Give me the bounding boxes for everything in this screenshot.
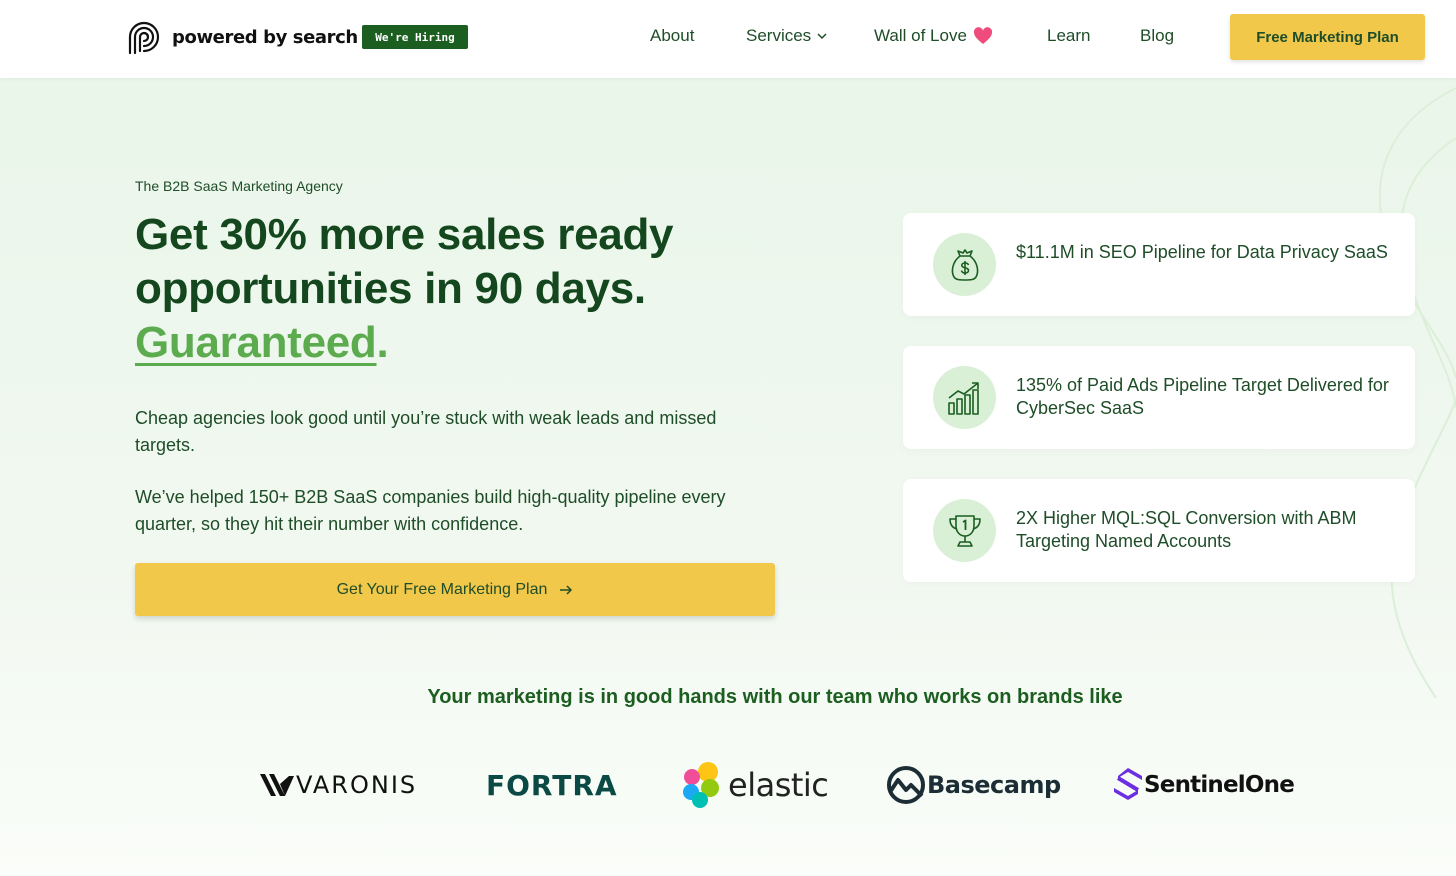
elastic-logo: elastic bbox=[680, 760, 829, 810]
hero-paragraph-1: Cheap agencies look good until you’re st… bbox=[135, 408, 717, 455]
arrow-right-icon bbox=[560, 584, 573, 595]
trophy-icon bbox=[948, 514, 981, 547]
sentinelone-wordmark: SentinelOne bbox=[1144, 772, 1295, 798]
site-logo[interactable]: powered by search bbox=[124, 17, 358, 57]
get-free-marketing-plan-button[interactable]: Get Your Free Marketing Plan bbox=[135, 563, 775, 616]
sentinelone-mark-icon bbox=[1114, 768, 1142, 800]
nav-blog[interactable]: Blog bbox=[1140, 26, 1174, 46]
sentinelone-logo: SentinelOne bbox=[1112, 760, 1295, 810]
basecamp-logo: Basecamp bbox=[885, 760, 1061, 810]
stat-card-paid-ads: 135% of Paid Ads Pipeline Target Deliver… bbox=[903, 346, 1415, 449]
headline-line-1: Get 30% more sales ready bbox=[135, 210, 674, 259]
hero-headline: Get 30% more sales ready opportunities i… bbox=[135, 208, 815, 370]
nav-learn[interactable]: Learn bbox=[1047, 26, 1090, 46]
chevron-down-icon bbox=[817, 33, 827, 40]
basecamp-wordmark: Basecamp bbox=[927, 771, 1061, 799]
stat-card-abm: 2X Higher MQL:SQL Conversion with ABM Ta… bbox=[903, 479, 1415, 582]
stat-text: 2X Higher MQL:SQL Conversion with ABM Ta… bbox=[1016, 508, 1357, 551]
nav-services-label: Services bbox=[746, 26, 812, 45]
nav-wall-of-love-label: Wall of Love bbox=[874, 26, 967, 45]
stat-icon-wrap bbox=[933, 366, 996, 429]
headline-line-2: opportunities in 90 days. bbox=[135, 264, 646, 313]
hero-paragraph-2: We’ve helped 150+ B2B SaaS companies bui… bbox=[135, 487, 726, 534]
money-bag-icon bbox=[951, 248, 978, 281]
nav-services[interactable]: Services bbox=[746, 26, 827, 46]
nav-about-label: About bbox=[650, 26, 695, 45]
nav-blog-label: Blog bbox=[1140, 26, 1175, 45]
hiring-badge[interactable]: We're Hiring bbox=[362, 25, 468, 49]
growth-chart-icon bbox=[947, 381, 979, 415]
basecamp-mark-icon bbox=[887, 766, 925, 804]
site-header: powered by search We're Hiring About Ser… bbox=[0, 0, 1456, 78]
nav-wall-of-love[interactable]: Wall of Love bbox=[874, 26, 993, 46]
free-marketing-plan-button[interactable]: Free Marketing Plan bbox=[1230, 14, 1425, 60]
nav-about[interactable]: About bbox=[650, 26, 694, 46]
varonis-wordmark: VARONIS bbox=[296, 771, 418, 799]
headline-dot: . bbox=[376, 318, 389, 367]
fortra-logo: FORTRA bbox=[486, 760, 618, 810]
nav-learn-label: Learn bbox=[1047, 26, 1091, 45]
hero-section: The B2B SaaS Marketing Agency Get 30% mo… bbox=[0, 78, 1456, 876]
hero-cta-label: Get Your Free Marketing Plan bbox=[336, 580, 548, 598]
stat-icon-wrap bbox=[933, 233, 996, 296]
elastic-mark-icon bbox=[683, 762, 719, 808]
elastic-wordmark: elastic bbox=[728, 766, 829, 804]
stat-text: $11.1M in SEO Pipeline for Data Privacy … bbox=[1016, 242, 1388, 262]
stat-text: 135% of Paid Ads Pipeline Target Deliver… bbox=[1016, 375, 1389, 418]
stat-card-seo: $11.1M in SEO Pipeline for Data Privacy … bbox=[903, 213, 1415, 316]
fortra-wordmark: FORTRA bbox=[486, 768, 618, 802]
varonis-mark-icon bbox=[260, 774, 294, 796]
hero-eyebrow: The B2B SaaS Marketing Agency bbox=[135, 178, 343, 194]
logo-fingerprint-icon bbox=[128, 21, 160, 55]
heart-icon bbox=[973, 27, 992, 44]
logo-text: powered by search bbox=[172, 26, 358, 48]
headline-accent: Guaranteed bbox=[135, 318, 377, 367]
varonis-logo: VARONIS bbox=[260, 760, 417, 810]
stat-icon-wrap bbox=[933, 499, 996, 562]
brands-heading: Your marketing is in good hands with our… bbox=[427, 686, 1123, 708]
